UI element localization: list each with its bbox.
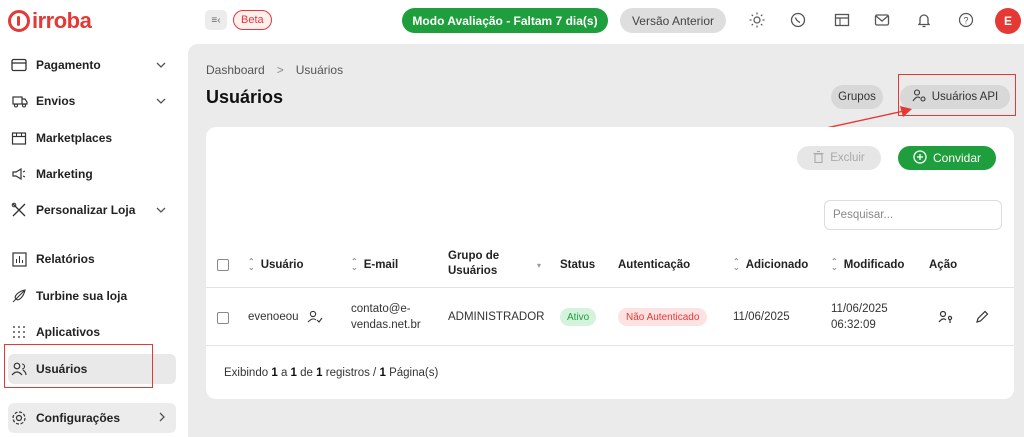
pagination-info: Exibindo 1 a 1 de 1 registros / 1 Página… — [224, 367, 439, 379]
sidebar-item-relatorios[interactable]: Relatórios — [8, 244, 176, 274]
sidebar-item-label: Envios — [36, 94, 76, 108]
edit-pencil-icon[interactable] — [975, 310, 989, 329]
sidebar-item-turbine-sua-loja[interactable]: Turbine sua loja — [8, 281, 176, 311]
beta-badge[interactable]: Beta — [233, 10, 272, 30]
column-header-modified[interactable]: ⌃ ⌄ Modificado — [831, 257, 904, 272]
tools-icon — [10, 201, 28, 219]
svg-text:?: ? — [963, 16, 968, 26]
breadcrumb-current: Usuários — [295, 63, 344, 77]
row-checkbox[interactable] — [217, 312, 229, 324]
auth-status-badge: Não Autenticado — [618, 308, 708, 326]
sidebar-item-pagamento[interactable]: Pagamento — [8, 50, 176, 80]
help-icon[interactable]: ? — [956, 10, 976, 30]
breadcrumb-separator: > — [276, 63, 284, 77]
column-header-email[interactable]: ⌃ ⌄ E-mail — [351, 257, 398, 272]
column-header-status: Status — [560, 259, 596, 271]
invite-button[interactable]: Convidar — [898, 146, 996, 170]
top-bar: irroba ≡‹ Beta Modo Avaliação - Faltam 7… — [0, 0, 1024, 44]
mail-icon[interactable] — [872, 10, 892, 30]
sidebar-item-label: Relatórios — [36, 252, 95, 266]
sidebar-item-label: Personalizar Loja — [36, 203, 136, 217]
user-avatar[interactable]: E — [995, 8, 1021, 34]
modified-datetime: 11/06/2025 06:32:09 — [831, 303, 888, 331]
sidebar-item-aplicativos[interactable]: Aplicativos — [8, 317, 176, 347]
column-header-user[interactable]: ⌃ ⌄ Usuário — [248, 257, 304, 272]
breadcrumb: Dashboard > Usuários — [206, 63, 343, 77]
chevron-down-icon — [156, 58, 166, 72]
main-content: Dashboard > Usuários Usuários Grupos Usuár… — [188, 44, 1024, 437]
rocket-icon — [10, 287, 28, 305]
user-verified-icon — [307, 310, 323, 329]
header-divider — [206, 287, 1014, 288]
brand-name: irroba — [32, 8, 92, 33]
megaphone-icon — [10, 165, 28, 183]
sidebar-item-label: Marketplaces — [36, 131, 113, 145]
sort-icon: ⌃ ⌄ — [831, 257, 838, 272]
sort-icon: ▾ — [537, 261, 542, 270]
highlight-box-sidebar-usuarios — [4, 344, 153, 388]
status-badge: Ativo — [560, 308, 597, 326]
chevron-down-icon — [156, 94, 166, 108]
column-header-group[interactable]: Grupo de Usuários — [448, 249, 499, 279]
chevron-down-icon — [156, 203, 166, 217]
users-card: Excluir Convidar ⌃⌄Usuário ⌃⌄E-mail Grup… — [206, 127, 1014, 399]
user-group: ADMINISTRADOR — [448, 311, 545, 323]
sidebar-item-envios[interactable]: Envios — [8, 86, 176, 116]
user-name: evenoeou — [248, 311, 299, 323]
gear-icon — [10, 409, 28, 427]
sidebar-item-marketplaces[interactable]: Marketplaces — [8, 123, 176, 153]
sidebar-item-label: Marketing — [36, 167, 93, 181]
previous-version-button[interactable]: Versão Anterior — [620, 8, 726, 33]
sidebar-item-label: Configurações — [36, 411, 121, 425]
sidebar-item-configuracoes[interactable]: Configurações — [8, 403, 176, 433]
sort-icon: ⌃ ⌄ — [733, 257, 740, 272]
trash-icon — [813, 150, 824, 166]
page-title: Usuários — [206, 87, 284, 107]
user-email: contato@e-vendas.net.br — [351, 303, 421, 331]
select-all-checkbox[interactable] — [217, 259, 229, 271]
column-header-action: Ação — [929, 259, 958, 271]
plus-circle-icon — [913, 149, 927, 167]
sidebar-item-label: Aplicativos — [36, 325, 101, 339]
breadcrumb-dashboard[interactable]: Dashboard — [206, 63, 265, 77]
added-date: 11/06/2025 — [733, 311, 790, 323]
collapse-sidebar-button[interactable]: ≡‹ — [205, 10, 227, 30]
card-icon — [10, 56, 28, 74]
invite-label: Convidar — [932, 151, 982, 165]
sidebar-item-label: Turbine sua loja — [36, 289, 128, 303]
sidebar-item-label: Pagamento — [36, 58, 101, 72]
chart-icon — [10, 250, 28, 268]
delete-button[interactable]: Excluir — [797, 146, 881, 170]
column-header-added[interactable]: ⌃ ⌄ Adicionado — [733, 257, 808, 272]
logo-mark-icon — [8, 10, 30, 32]
sun-icon[interactable] — [747, 10, 767, 30]
brand-logo[interactable]: irroba — [8, 8, 92, 34]
column-header-auth: Autenticação — [618, 259, 691, 271]
chevron-right-icon — [158, 411, 166, 425]
whatsapp-icon[interactable] — [788, 10, 808, 30]
truck-icon — [10, 92, 28, 110]
grid-icon — [10, 323, 28, 341]
sidebar-item-marketing[interactable]: Marketing — [8, 159, 176, 189]
store-icon — [10, 129, 28, 147]
user-key-icon[interactable] — [938, 310, 954, 329]
row-divider — [206, 345, 1014, 346]
calendar-icon[interactable] — [832, 10, 852, 30]
bell-icon[interactable] — [914, 10, 934, 30]
sidebar-item-personalizar-loja[interactable]: Personalizar Loja — [8, 195, 176, 225]
search-input[interactable] — [824, 200, 1002, 230]
trial-mode-button[interactable]: Modo Avaliação - Faltam 7 dia(s) — [402, 8, 608, 33]
sort-icon: ⌃ ⌄ — [351, 257, 358, 272]
sort-icon: ⌃ ⌄ — [248, 257, 255, 272]
delete-label: Excluir — [830, 152, 865, 164]
